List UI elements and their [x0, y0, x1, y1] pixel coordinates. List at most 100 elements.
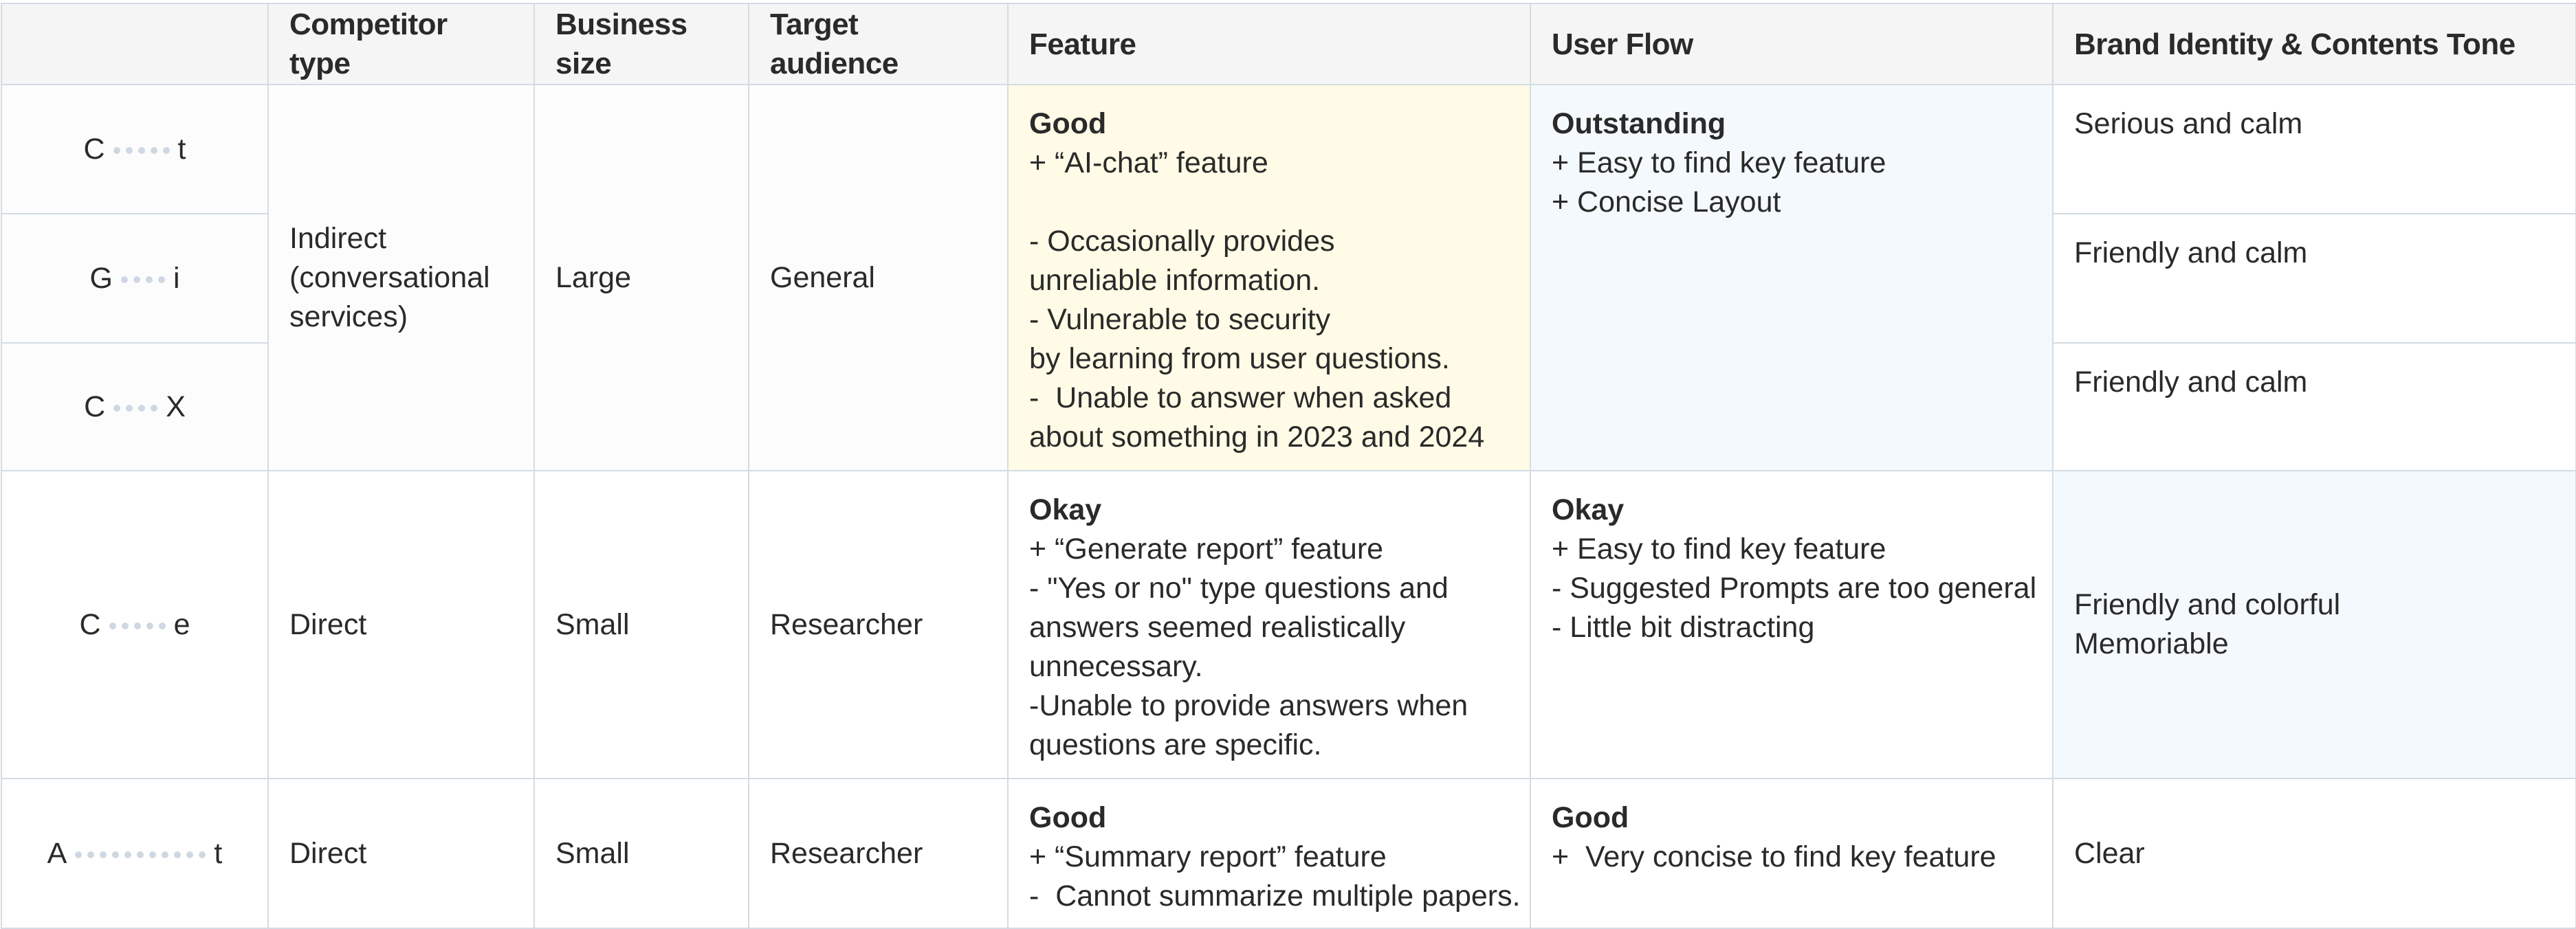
cell-line: - "Yes or no" type questions and	[1029, 572, 1449, 605]
redacted-name-dots	[72, 851, 208, 859]
redaction-dot	[146, 623, 153, 630]
cell-line: + Very concise to find key feature	[1552, 840, 1996, 873]
redaction-dot	[133, 623, 141, 630]
table-row: Ce Direct Small Researcher Okay + “Gener…	[1, 470, 2576, 779]
redaction-dot	[133, 276, 140, 284]
redaction-dot	[157, 276, 165, 284]
redaction-dot	[112, 851, 120, 859]
name-first-letter: C	[84, 390, 106, 423]
table-row: At Direct Small Researcher Good + “Summa…	[1, 778, 2576, 929]
redaction-dot	[121, 623, 129, 630]
header-blank	[1, 3, 269, 85]
competitor-type-cell: Direct	[267, 778, 535, 929]
header-feature: Feature	[1007, 3, 1531, 85]
redaction-dot	[162, 851, 169, 859]
header-brand-identity: Brand Identity & Contents Tone	[2052, 3, 2576, 85]
cell-line: Indirect	[289, 221, 387, 255]
competitor-type-cell: Indirect (conversational services)	[267, 84, 535, 471]
cell-line: services)	[289, 300, 408, 333]
redaction-dot	[145, 276, 153, 284]
redaction-dot	[137, 851, 144, 859]
cell-line: - Suggested Prompts are too general	[1552, 572, 2037, 605]
name-last-letter: i	[173, 261, 180, 295]
header-target-audience: Target audience	[748, 3, 1009, 85]
feature-rating: Good	[1029, 801, 1107, 834]
feature-cell: Good + “Summary report” feature - Cannot…	[1007, 778, 1531, 929]
header-user-flow: User Flow	[1530, 3, 2054, 85]
business-size-cell: Small	[533, 470, 749, 779]
redacted-name-dots	[111, 405, 160, 412]
cell-line: - Vulnerable to security	[1029, 303, 1331, 336]
target-audience-cell: Researcher	[748, 778, 1009, 929]
redaction-dot	[125, 147, 133, 155]
redaction-dot	[149, 851, 157, 859]
table-row: Ct Indirect (conversational services) La…	[1, 84, 2576, 471]
business-size-cell: Large	[533, 84, 749, 471]
competitor-name-cell: CX	[1, 342, 269, 471]
cell-line: - Cannot summarize multiple papers.	[1029, 880, 1521, 913]
feature-cell: Okay + “Generate report” feature - "Yes …	[1007, 470, 1531, 779]
redaction-dot	[113, 147, 120, 155]
redacted-name-dots	[118, 276, 168, 284]
name-last-letter: t	[214, 836, 223, 870]
name-first-letter: C	[83, 132, 105, 166]
user-flow-rating: Outstanding	[1552, 107, 1726, 140]
redaction-dot	[87, 851, 95, 859]
redacted-name-dots	[111, 147, 173, 155]
name-last-letter: X	[166, 390, 186, 423]
name-first-letter: C	[79, 607, 101, 641]
redaction-dot	[186, 851, 194, 859]
cell-line: Friendly and colorful	[2074, 588, 2341, 621]
cell-line: unnecessary.	[1029, 650, 1203, 683]
redaction-dot	[138, 405, 146, 412]
redacted-name-dots	[107, 623, 168, 630]
user-flow-cell: Outstanding + Easy to find key feature +…	[1530, 84, 2054, 471]
competitor-type-cell: Direct	[267, 470, 535, 779]
redaction-dot	[113, 405, 121, 412]
target-audience-cell: Researcher	[748, 470, 1009, 779]
cell-line: + “Summary report” feature	[1029, 840, 1387, 873]
redaction-dot	[124, 851, 132, 859]
cell-line: - Little bit distracting	[1552, 611, 1815, 644]
cell-line: unreliable information.	[1029, 264, 1321, 297]
header-competitor-type: Competitor type	[267, 3, 535, 85]
feature-cell: Good + “AI-chat” feature - Occasionally …	[1007, 84, 1531, 471]
name-first-letter: G	[89, 261, 113, 295]
brand-tone-cell: Friendly and calm	[2052, 342, 2576, 471]
user-flow-rating: Good	[1552, 801, 1629, 834]
cell-line: + Easy to find key feature	[1552, 146, 1886, 179]
cell-line: by learning from user questions.	[1029, 342, 1450, 375]
redaction-dot	[199, 851, 206, 859]
target-audience-cell: General	[748, 84, 1009, 471]
redaction-dot	[162, 147, 170, 155]
cell-line: + Concise Layout	[1552, 186, 1781, 219]
user-flow-cell: Okay + Easy to find key feature - Sugges…	[1530, 470, 2054, 779]
competitor-analysis-table: Competitor type Business size Target aud…	[1, 3, 2576, 929]
user-flow-rating: Okay	[1552, 493, 1625, 526]
competitor-name-cell: Ce	[1, 470, 269, 779]
name-last-letter: t	[177, 132, 186, 166]
cell-line: Memoriable	[2074, 627, 2229, 660]
cell-line: about something in 2023 and 2024	[1029, 421, 1485, 454]
brand-tone-cell: Serious and calm	[2052, 84, 2576, 214]
cell-line: answers seemed realistically	[1029, 611, 1406, 644]
cell-line: - Unable to answer when asked	[1029, 381, 1452, 414]
redaction-dot	[75, 851, 82, 859]
redaction-dot	[150, 147, 157, 155]
cell-line: -Unable to provide answers when	[1029, 689, 1468, 722]
brand-tone-cell: Friendly and calm	[2052, 213, 2576, 344]
brand-tone-cell: Friendly and colorful Memoriable	[2052, 470, 2576, 779]
redaction-dot	[174, 851, 181, 859]
redaction-dot	[151, 405, 158, 412]
brand-tone-cell: Clear	[2052, 778, 2576, 929]
header-row: Competitor type Business size Target aud…	[1, 3, 2576, 85]
cell-line: questions are specific.	[1029, 728, 1322, 761]
competitor-name-cell: Gi	[1, 213, 269, 344]
redaction-dot	[109, 623, 116, 630]
cell-line: - Occasionally provides	[1029, 225, 1335, 258]
cell-line: + Easy to find key feature	[1552, 533, 1886, 566]
redaction-dot	[137, 147, 145, 155]
feature-rating: Good	[1029, 107, 1107, 140]
user-flow-cell: Good + Very concise to find key feature	[1530, 778, 2054, 929]
